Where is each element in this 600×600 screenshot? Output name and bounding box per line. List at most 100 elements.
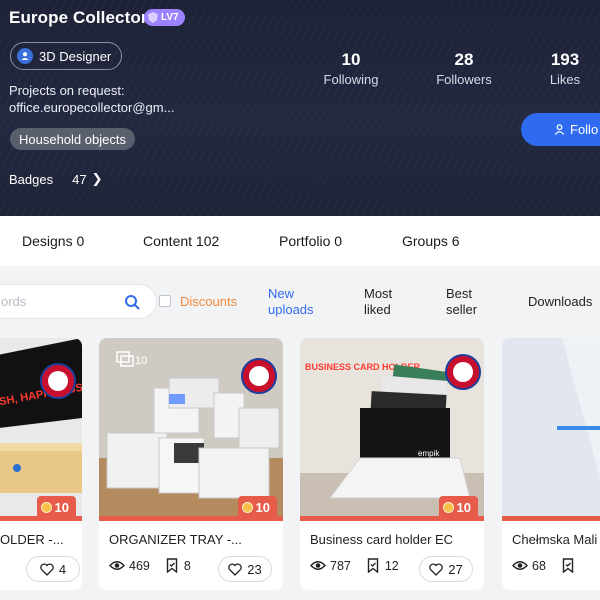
follow-label: Follo (570, 122, 599, 137)
design-title[interactable]: Business card holder EC (310, 532, 453, 547)
design-thumbnail[interactable]: 10 (99, 338, 283, 521)
card-metrics: 469 8 (109, 558, 205, 573)
eye-icon (512, 561, 528, 570)
search-icon[interactable] (124, 294, 140, 310)
sort-most-liked[interactable]: Most liked (364, 286, 392, 318)
views-count: 68 (532, 558, 546, 573)
search-placeholder: ords (1, 294, 27, 309)
views-metric: 68 (512, 558, 546, 573)
badges-count: 47 (72, 171, 87, 187)
stat-value: 28 (454, 50, 474, 69)
price-badge: 10 (36, 496, 76, 518)
badges-label: Badges (9, 171, 54, 187)
tab-portfolio[interactable]: Portfolio 0 (279, 233, 342, 249)
card-metrics: 787 12 (310, 558, 413, 573)
discounts-label[interactable]: Discounts (180, 294, 237, 309)
views-metric: 787 (310, 558, 351, 573)
tab-content[interactable]: Content 102 (143, 233, 219, 249)
collects-count: 8 (183, 558, 191, 573)
chevron-right-icon: ❯ (91, 171, 103, 186)
category-tag[interactable]: Household objects (10, 128, 135, 150)
badges-link[interactable]: Badges 47 ❯ (9, 171, 102, 187)
like-button[interactable]: 27 (419, 556, 473, 582)
coin-icon (442, 501, 454, 513)
sort-new-uploads[interactable]: New uploads (268, 286, 314, 318)
bookmark-icon (562, 558, 574, 573)
design-title[interactable]: OLDER -... (0, 532, 64, 547)
profile-name: Europe Collector (9, 8, 148, 27)
user-icon (554, 124, 565, 135)
design-card[interactable]: PY FISH, HAPPY SUSHI 10 OLDER -... 4 (0, 338, 82, 590)
stat-likes: 193 Likes (525, 50, 600, 87)
profile-bio: Projects on request: office.europecollec… (9, 82, 209, 116)
collects-metric: 8 (164, 558, 191, 573)
design-title[interactable]: ORGANIZER TRAY -... (109, 532, 242, 547)
sort-line: Best (446, 286, 473, 301)
stat-value: 10 (341, 50, 361, 69)
collects-metric (560, 558, 576, 573)
views-metric: 469 (109, 558, 150, 573)
stat-value: 193 (550, 50, 580, 69)
svg-text:empik: empik (418, 449, 440, 458)
sort-line: uploads (268, 302, 314, 317)
search-input[interactable]: ords (0, 284, 157, 319)
price-value: 10 (54, 499, 69, 515)
bio-line: Projects on request: (9, 83, 125, 98)
stat-following[interactable]: 10 Following (311, 50, 391, 87)
collects-count: 12 (384, 558, 399, 573)
price-badge: 10 (237, 496, 277, 518)
designer-icon (17, 48, 33, 64)
sort-line: Most (364, 286, 393, 301)
stat-label: Following (323, 72, 379, 87)
profile-header: Europe Collector LV7 3D Designer Project… (0, 0, 600, 216)
coin-icon (241, 501, 253, 513)
price-value: 10 (255, 499, 270, 515)
like-count: 27 (448, 561, 463, 577)
heart-icon (228, 562, 243, 576)
bookmark-icon (367, 558, 379, 573)
collects-metric: 12 (365, 558, 399, 573)
heart-icon (40, 562, 54, 576)
tab-groups[interactable]: Groups 6 (402, 233, 460, 249)
sort-line: liked (364, 302, 391, 317)
views-count: 469 (129, 558, 150, 573)
sort-downloads[interactable]: Downloads (528, 294, 592, 310)
profile-page: Europe Collector LV7 3D Designer Project… (0, 0, 600, 600)
filter-bar: ords Discounts New uploads Most liked Be… (0, 266, 600, 338)
price-bar (502, 516, 600, 521)
card-metrics: 68 (512, 558, 590, 573)
designer-role-chip[interactable]: 3D Designer (10, 42, 123, 70)
tab-designs[interactable]: Designs 0 (22, 233, 84, 249)
eye-icon (109, 561, 125, 570)
sort-best-seller[interactable]: Best seller (446, 286, 477, 318)
sort-line: New (268, 286, 295, 301)
level-badge: LV7 (144, 9, 185, 26)
design-card[interactable]: 10 10 ORGANIZER TRAY -... 469 8 23 (99, 338, 283, 590)
design-card[interactable]: BUSINESS CARD HOLDER empik 10 Business c… (300, 338, 484, 590)
discounts-checkbox[interactable] (159, 295, 171, 307)
like-button[interactable]: 4 (26, 556, 80, 582)
profile-tabs: Designs 0 Content 102 Portfolio 0 Groups… (0, 216, 600, 266)
image-count: 10 (135, 355, 147, 367)
sort-line: seller (446, 302, 478, 317)
stat-label: Likes (549, 72, 581, 87)
design-card[interactable]: Chełmska Mali 68 (502, 338, 600, 590)
price-value: 10 (456, 499, 471, 515)
views-count: 787 (330, 558, 351, 573)
stat-followers[interactable]: 28 Followers (424, 50, 504, 87)
design-thumbnail[interactable] (502, 338, 600, 521)
coin-icon (40, 501, 52, 513)
design-thumbnail[interactable]: PY FISH, HAPPY SUSHI (0, 338, 82, 521)
price-badge: 10 (438, 496, 478, 518)
design-title[interactable]: Chełmska Mali (512, 532, 597, 547)
like-count: 23 (247, 561, 262, 577)
design-thumbnail[interactable]: BUSINESS CARD HOLDER empik (300, 338, 484, 521)
heart-icon (429, 562, 444, 576)
bookmark-icon (166, 558, 178, 573)
shield-icon (148, 12, 158, 23)
eye-icon (310, 561, 326, 570)
bio-line: office.europecollector@gm... (9, 100, 175, 115)
follow-button[interactable]: Follo (521, 113, 600, 146)
level-label: LV7 (161, 12, 179, 23)
like-button[interactable]: 23 (218, 556, 272, 582)
